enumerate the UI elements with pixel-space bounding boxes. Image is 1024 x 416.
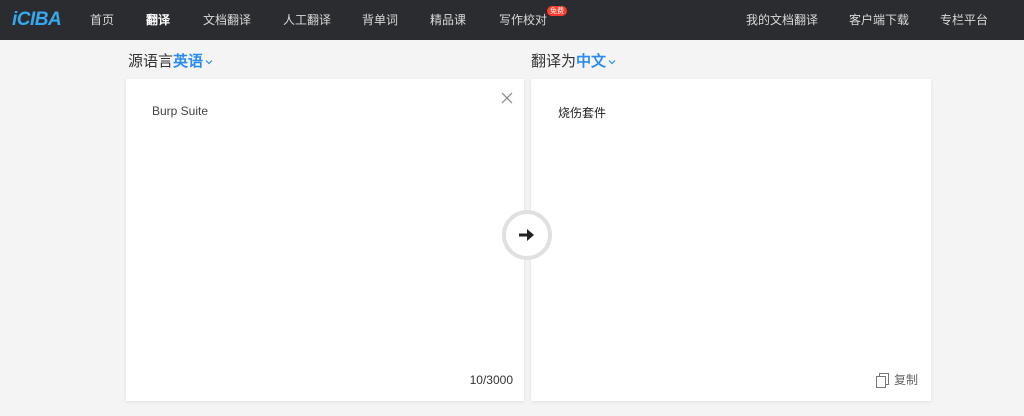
nav-item-human-translate[interactable]: 人工翻译 [283, 0, 331, 40]
chevron-down-icon [205, 59, 213, 64]
source-text-input[interactable]: Burp Suite [152, 104, 208, 118]
free-badge: 免费 [547, 6, 568, 16]
target-language-label: 中文 [576, 52, 607, 70]
nav-item-client-download[interactable]: 客户端下载 [849, 0, 909, 40]
translation-result-text: 烧伤套件 [558, 106, 607, 120]
nav-item-home[interactable]: 首页 [90, 0, 114, 40]
top-navbar: iCIBA 首页 翻译 文档翻译 人工翻译 背单词 精品课 写作校对 免费 我的… [0, 0, 1024, 40]
nav-item-vocab[interactable]: 背单词 [362, 0, 398, 40]
copy-button[interactable]: 复制 [875, 371, 918, 388]
translation-result-panel: 烧伤套件 复制 [531, 79, 931, 401]
source-language-prefix: 源语言 [128, 52, 174, 70]
target-language-select[interactable]: 中文 [576, 52, 617, 70]
translate-button[interactable] [502, 210, 552, 260]
copy-label: 复制 [893, 373, 918, 387]
nav-item-doc-translate[interactable]: 文档翻译 [203, 0, 251, 40]
copy-icon [875, 372, 889, 388]
nav-item-column-platform[interactable]: 专栏平台 [940, 0, 988, 40]
source-language-bar: 源语言英语 [128, 50, 214, 71]
logo[interactable]: iCIBA [12, 9, 62, 31]
source-language-label: 英语 [173, 52, 204, 70]
nav-item-my-docs[interactable]: 我的文档翻译 [746, 0, 818, 40]
nav-item-writing[interactable]: 写作校对 免费 [499, 0, 568, 40]
target-language-prefix: 翻译为 [531, 52, 577, 70]
source-language-select[interactable]: 英语 [173, 52, 214, 70]
target-language-bar: 翻译为中文 [531, 50, 617, 71]
source-text-panel[interactable]: Burp Suite 10/3000 [126, 79, 524, 401]
char-count: 10/3000 [469, 373, 513, 387]
nav-item-courses[interactable]: 精品课 [430, 0, 466, 40]
nav-item-writing-label: 写作校对 [499, 13, 548, 27]
chevron-down-icon [608, 59, 616, 64]
arrow-right-icon [519, 229, 534, 241]
close-icon[interactable] [501, 92, 513, 104]
nav-item-translate[interactable]: 翻译 [146, 0, 170, 40]
